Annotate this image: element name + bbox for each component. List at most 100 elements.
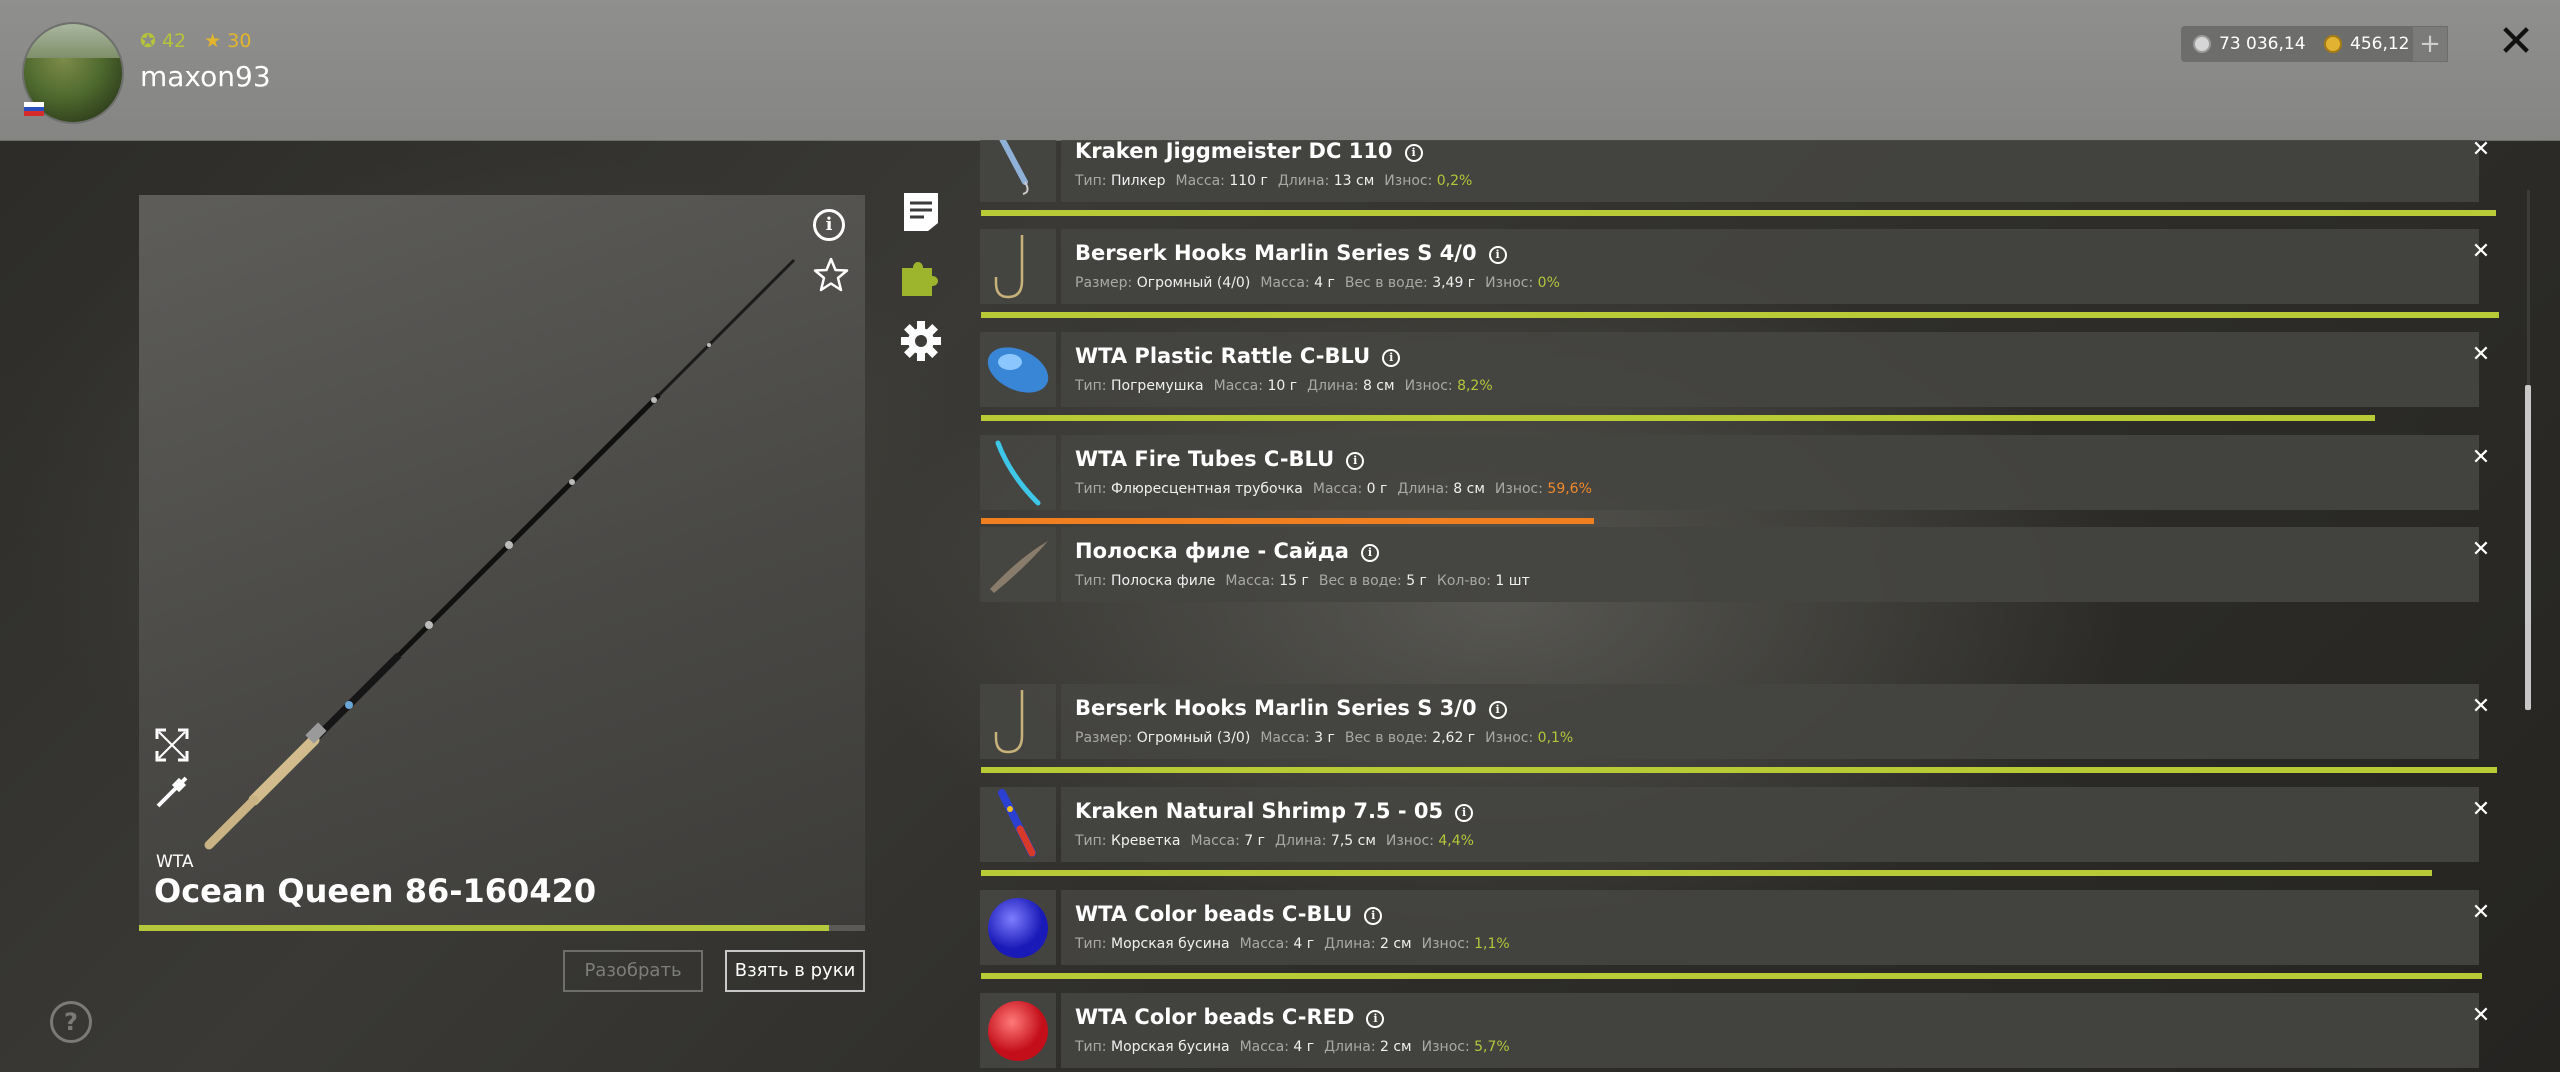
remove-item-button[interactable]: ✕: [2470, 539, 2492, 561]
prop-label: Износ:: [1384, 173, 1437, 189]
list-item[interactable]: WTA Color beads C-BLU i Тип: Морская буси…: [980, 890, 2500, 979]
info-icon[interactable]: i: [1364, 907, 1383, 925]
tackle-list[interactable]: Kraken Jiggmeister DC 110 i Тип: Пилкер Ма…: [980, 140, 2500, 1072]
russia-flag-icon: [24, 102, 44, 116]
shrimp-lure-icon: [980, 787, 1056, 862]
prop-label: Тип:: [1075, 833, 1111, 849]
prop-label: Масса:: [1312, 481, 1367, 497]
prop-label: Масса:: [1213, 378, 1268, 394]
list-scrollbar-thumb[interactable]: [2525, 385, 2531, 710]
expand-icon[interactable]: [154, 727, 190, 763]
prop-label: Масса:: [1225, 573, 1280, 589]
item-props: Тип: Морская бусина Масса: 4 г Длина: 2 см…: [1075, 936, 1520, 952]
list-item[interactable]: WTA Plastic Rattle C-BLU i Тип: Погремушк…: [980, 332, 2500, 421]
prop-value: 1 шт: [1495, 573, 1530, 589]
rod-parts-icon[interactable]: [154, 774, 190, 810]
rod-brand: WTA: [156, 852, 194, 872]
list-item[interactable]: Kraken Jiggmeister DC 110 i Тип: Пилкер Ма…: [980, 140, 2500, 216]
remove-item-button[interactable]: ✕: [2470, 696, 2492, 718]
remove-item-button[interactable]: ✕: [2470, 1005, 2492, 1027]
tab-settings-gear-icon[interactable]: [900, 320, 942, 362]
prop-label: Тип:: [1075, 573, 1111, 589]
take-in-hands-button[interactable]: Взять в руки: [725, 950, 865, 992]
prop-label: Износ:: [1385, 833, 1439, 849]
info-icon[interactable]: i: [1404, 144, 1423, 162]
info-icon[interactable]: i: [1488, 246, 1507, 264]
username: maxon93: [140, 60, 271, 93]
prop-value: 0,1%: [1537, 730, 1574, 746]
prop-value: 15 г: [1279, 573, 1309, 589]
prop-label: Длина:: [1307, 378, 1363, 394]
disassemble-button[interactable]: Разобрать: [563, 950, 703, 992]
info-icon[interactable]: i: [1360, 544, 1379, 562]
prop-label: Вес в воде:: [1344, 275, 1433, 291]
list-item[interactable]: Berserk Hooks Marlin Series S 4/0 i Разме…: [980, 229, 2500, 318]
list-item[interactable]: Berserk Hooks Marlin Series S 3/0 i Разме…: [980, 684, 2500, 773]
close-button[interactable]: ✕: [2496, 20, 2536, 64]
prop-label: Тип:: [1075, 481, 1111, 497]
prop-label: Масса:: [1260, 730, 1315, 746]
item-title: WTA Color beads C-BLU i: [1075, 902, 1383, 926]
prop-label: Вес в воде:: [1318, 573, 1407, 589]
tab-tackle-puzzle-icon[interactable]: [900, 256, 942, 298]
item-wear-fill: [981, 767, 2498, 773]
list-item[interactable]: Полоска филе - Сайда i Тип: Полоска филе М…: [980, 527, 2500, 602]
remove-item-button[interactable]: ✕: [2470, 902, 2492, 924]
info-icon[interactable]: i: [1366, 1010, 1385, 1028]
prop-value: 1,1%: [1474, 936, 1510, 952]
fire-tube-icon: [980, 435, 1056, 510]
add-currency-button[interactable]: +: [2412, 26, 2448, 62]
prop-label: Масса:: [1260, 275, 1315, 291]
rod-name: Ocean Queen 86-160420: [154, 872, 597, 910]
prop-label: Износ:: [1494, 481, 1548, 497]
item-title: Kraken Natural Shrimp 7.5 - 05 i: [1075, 799, 1474, 823]
item-title: WTA Fire Tubes C-BLU i: [1075, 447, 1365, 471]
info-icon[interactable]: i: [1455, 804, 1474, 822]
hook-icon: [980, 684, 1056, 759]
prop-value: Полоска филе: [1110, 573, 1216, 589]
remove-item-button[interactable]: ✕: [2470, 799, 2492, 821]
prop-value: 13 см: [1333, 173, 1375, 189]
favorite-star-icon[interactable]: [812, 256, 850, 294]
item-title: Полоска филе - Сайда i: [1075, 539, 1379, 563]
info-icon[interactable]: i: [1382, 349, 1401, 367]
prop-label: Тип:: [1075, 936, 1111, 952]
remove-item-button[interactable]: ✕: [2470, 447, 2492, 469]
list-item[interactable]: Kraken Natural Shrimp 7.5 - 05 i Тип: Кре…: [980, 787, 2500, 876]
list-item[interactable]: WTA Fire Tubes C-BLU i Тип: Флюресцентная…: [980, 435, 2500, 524]
prop-value: 5 г: [1406, 573, 1427, 589]
prop-label: Тип:: [1075, 1039, 1111, 1055]
info-icon[interactable]: i: [1346, 452, 1365, 470]
prop-value: 10 г: [1267, 378, 1298, 394]
prop-value: Огромный (3/0): [1136, 730, 1251, 746]
info-icon[interactable]: i: [1488, 701, 1507, 719]
remove-item-button[interactable]: ✕: [2470, 241, 2492, 263]
prop-value: 4 г: [1314, 275, 1335, 291]
prop-label: Размер:: [1075, 275, 1137, 291]
item-wear-bar: [981, 210, 2499, 216]
help-icon[interactable]: ?: [50, 1001, 92, 1043]
remove-item-button[interactable]: ✕: [2470, 140, 2492, 161]
star-icon: ★: [204, 30, 222, 52]
prop-value: 0,2%: [1436, 173, 1473, 189]
list-item[interactable]: WTA Color beads C-RED i Тип: Морская буси…: [980, 993, 2500, 1068]
prop-value: Погремушка: [1110, 378, 1204, 394]
profile-header: ✪ 42 ★ 30 maxon93 73 036,14 456,12 + ✕: [0, 0, 2560, 141]
item-wear-bar: [981, 312, 2499, 318]
info-icon[interactable]: i: [813, 209, 845, 241]
prop-label: Длина:: [1397, 481, 1454, 497]
item-props: Размер: Огромный (4/0) Масса: 4 г Вес в во…: [1075, 275, 1570, 291]
prop-label: Масса:: [1239, 936, 1294, 952]
silver-coin-icon: [2193, 35, 2211, 53]
prop-label: Износ:: [1404, 378, 1458, 394]
remove-item-button[interactable]: ✕: [2470, 344, 2492, 366]
item-title: WTA Color beads C-RED i: [1075, 1005, 1385, 1029]
stars-value: 30: [227, 30, 252, 52]
gold-balance: 456,12: [2312, 26, 2422, 62]
item-props: Тип: Полоска филе Масса: 15 г Вес в воде: …: [1075, 573, 1540, 589]
prop-value: 0 г: [1366, 481, 1388, 497]
item-wear-fill: [981, 973, 2483, 979]
prop-label: Вес в воде:: [1344, 730, 1433, 746]
prop-label: Износ:: [1485, 730, 1538, 746]
tab-description-icon[interactable]: [900, 191, 942, 233]
